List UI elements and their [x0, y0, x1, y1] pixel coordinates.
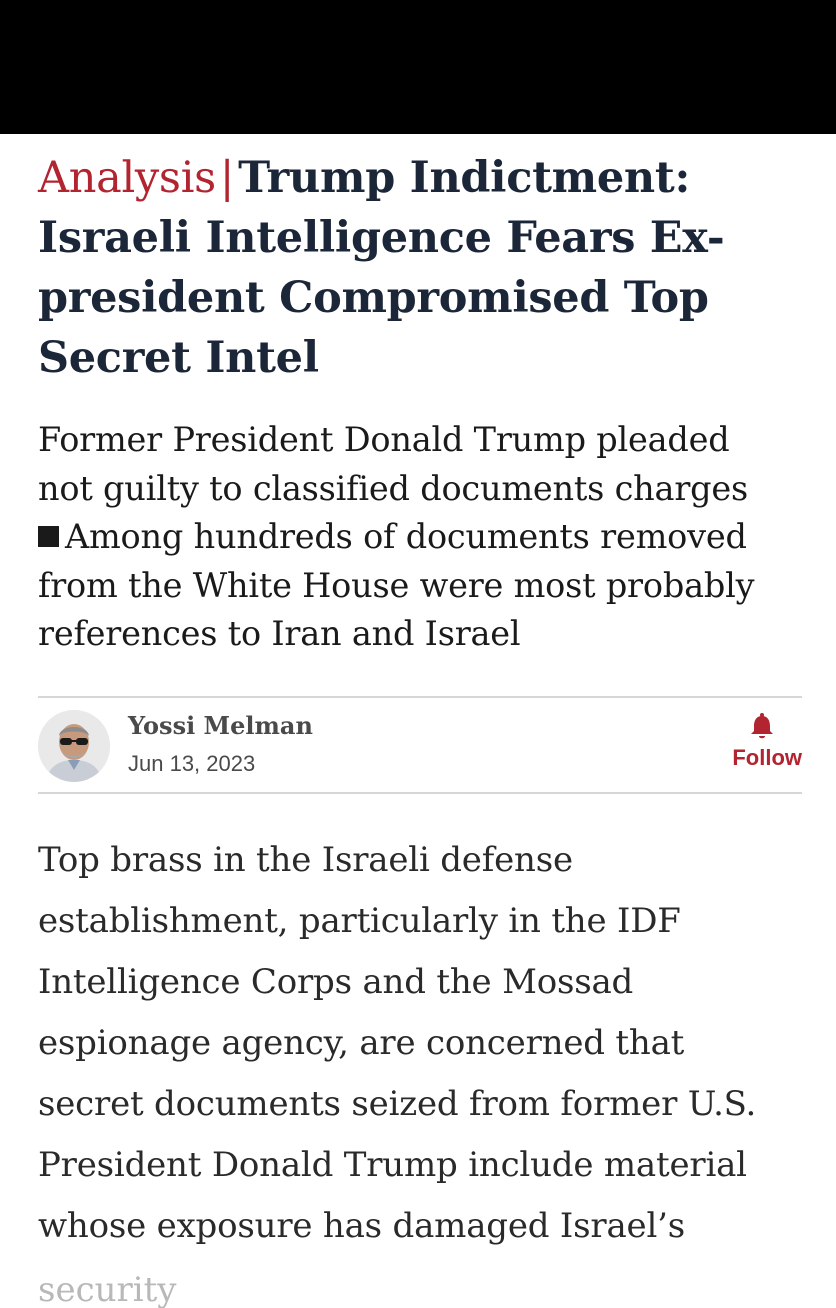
subtitle-line-3: Among hundreds of documents removed [65, 517, 747, 556]
author-name[interactable]: Yossi Melman [128, 710, 313, 742]
headline-line-4: Secret Intel [38, 333, 319, 383]
headline-line-2: Israeli Intelligence Fears Ex- [38, 213, 725, 263]
body-line: establishment, particularly in the IDF [38, 901, 681, 941]
author-avatar[interactable] [38, 710, 110, 782]
bell-icon [749, 712, 775, 740]
body-line: Top brass in the Israeli defense [38, 840, 573, 880]
article-headline: Analysis|Trump Indictment: Israeli Intell… [38, 148, 818, 388]
body-cutoff-line: security [38, 1270, 177, 1308]
body-line: secret documents seized from former U.S. [38, 1084, 757, 1124]
section-label[interactable]: Analysis [38, 153, 216, 203]
body-line: Intelligence Corps and the Mossad [38, 962, 634, 1002]
follow-label: Follow [732, 745, 802, 770]
byline-divider-top [38, 696, 802, 698]
square-bullet-icon [38, 526, 59, 547]
headline-line-3: president Compromised Top [38, 273, 709, 323]
subtitle-line-1: Former President Donald Trump pleaded [38, 420, 730, 459]
headline-separator: | [219, 153, 235, 203]
body-line: President Donald Trump include material [38, 1145, 747, 1185]
byline-divider-bottom [38, 792, 802, 794]
follow-button[interactable]: Follow [712, 712, 802, 772]
publish-date: Jun 13, 2023 [128, 751, 256, 776]
body-line: whose exposure has damaged Israel’s [38, 1206, 685, 1246]
article-body: Top brass in the Israeli defense establis… [38, 830, 828, 1257]
top-black-bar [0, 0, 836, 134]
subtitle-line-4: from the White House were most probably [38, 565, 755, 605]
subtitle-line-5: references to Iran and Israel [38, 614, 521, 653]
article-subtitle: Former President Donald Trump pleaded not… [38, 416, 818, 659]
body-line: espionage agency, are concerned that [38, 1023, 685, 1063]
subtitle-line-2: not guilty to classified documents charg… [38, 468, 749, 508]
headline-line-1: Trump Indictment: [238, 153, 691, 203]
